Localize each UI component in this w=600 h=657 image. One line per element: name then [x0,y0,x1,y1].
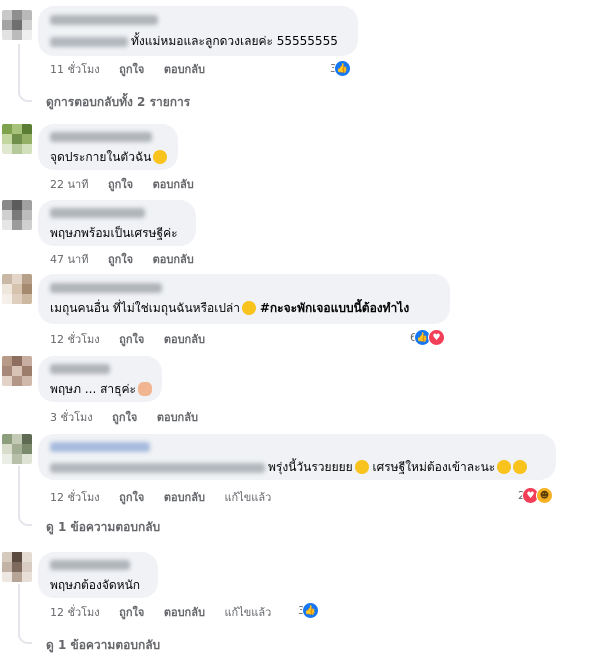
view-replies-link[interactable]: ดู 1 ข้อความตอบกลับ [46,636,160,655]
praying-hands-emoji [137,382,152,396]
reaction-summary[interactable]: 6 👍 ♥ [410,329,445,346]
commenter-name[interactable] [50,560,130,570]
comment-bubble: พรุ่งนี้วันรวยยยย เศรษฐีใหม่ต้องเข้าละนะ [38,434,556,480]
avatar[interactable] [2,434,32,464]
avatar[interactable] [2,356,32,386]
like-icon: 👍 [334,60,351,77]
comment-text: เมถุนคนอื่น ที่ไม่ใช่เมถุนฉันหรือเปล่า [50,301,241,315]
comment-text-continued: เศรษฐีใหม่ต้องเข้าละนะ [372,460,496,474]
commenter-name[interactable] [50,364,110,374]
view-replies-link[interactable]: ดู 1 ข้อความตอบกลับ [46,518,160,537]
grimacing-emoji [513,460,528,474]
reply-link[interactable]: ตอบกลับ [164,60,205,78]
comment-text: พรุ่งนี้วันรวยยยย [268,460,353,474]
edited-label: แก้ไขแล้ว [224,491,272,504]
like-link[interactable]: ถูกใจ [119,330,144,348]
comment-time[interactable]: 47 นาที [50,250,88,268]
comment-time[interactable]: 12 ชั่วโมง [50,603,100,621]
comment-text: พฤษภต้องจัดหนัก [50,578,141,592]
reply-link[interactable]: ตอบกลับ [153,175,194,193]
laughing-emoji [242,301,257,315]
commenter-name[interactable] [50,442,150,452]
comment-time[interactable]: 22 นาที [50,175,88,193]
commenter-name[interactable] [50,208,145,218]
commenter-name[interactable] [50,132,152,142]
reply-link[interactable]: ตอบกลับ [164,603,205,621]
comment-time[interactable]: 11 ชั่วโมง [50,60,100,78]
comment-bubble: จุดประกายในตัวฉัน [38,124,178,170]
love-icon: ♥ [428,329,445,346]
comment-text: พฤษภพร้อมเป็นเศรษฐีค่ะ [50,226,178,240]
comment-bubble: ทั้งแม่หมอและลูกดวงเลยค่ะ 55555555 [38,6,358,56]
view-replies-link[interactable]: ดูการตอบกลับทั้ง 2 รายการ [46,93,190,112]
comment-time[interactable]: 12 ชั่วโมง [50,488,100,506]
comment-bubble: พฤษภพร้อมเป็นเศรษฐีค่ะ [38,200,196,246]
avatar[interactable] [2,10,32,40]
comment-text: พฤษภ ... สาธุค่ะ [50,382,136,396]
commenter-name[interactable] [50,283,162,293]
reply-link[interactable]: ตอบกลับ [153,250,194,268]
haha-icon: ☻ [536,487,553,504]
like-link[interactable]: ถูกใจ [119,603,144,621]
hashtag-link[interactable]: #กะจะพักเจอแบบนี้ต้องทำไง [260,301,409,315]
smiling-heart-emoji [354,460,369,474]
comment-bubble: พฤษภต้องจัดหนัก [38,552,158,598]
avatar[interactable] [2,200,32,230]
reaction-summary[interactable]: 3 👍 [330,60,351,77]
avatar[interactable] [2,124,32,154]
avatar[interactable] [2,274,32,304]
like-link[interactable]: ถูกใจ [108,175,133,193]
comment-time[interactable]: 12 ชั่วโมง [50,330,100,348]
reaction-summary[interactable]: 3 👍 [298,602,319,619]
like-link[interactable]: ถูกใจ [108,250,133,268]
reply-link[interactable]: ตอบกลับ [157,408,198,426]
reaction-summary[interactable]: 2 ♥ ☻ [518,487,553,504]
like-link[interactable]: ถูกใจ [112,408,137,426]
like-link[interactable]: ถูกใจ [119,488,144,506]
laughing-emoji [153,150,168,164]
comment-text: จุดประกายในตัวฉัน [50,150,152,164]
reply-link[interactable]: ตอบกลับ [164,330,205,348]
comment-bubble: พฤษภ ... สาธุค่ะ [38,356,162,402]
reply-link[interactable]: ตอบกลับ [164,488,205,506]
commenter-name[interactable] [50,15,158,25]
comment-text: ทั้งแม่หมอและลูกดวงเลยค่ะ 55555555 [131,34,338,48]
edited-label: แก้ไขแล้ว [224,606,272,619]
smiling-heart-emoji [497,460,512,474]
comment-time[interactable]: 3 ชั่วโมง [50,408,93,426]
avatar[interactable] [2,552,32,582]
comment-bubble: เมถุนคนอื่น ที่ไม่ใช่เมถุนฉันหรือเปล่า #… [38,274,450,324]
like-icon: 👍 [302,602,319,619]
like-link[interactable]: ถูกใจ [119,60,144,78]
